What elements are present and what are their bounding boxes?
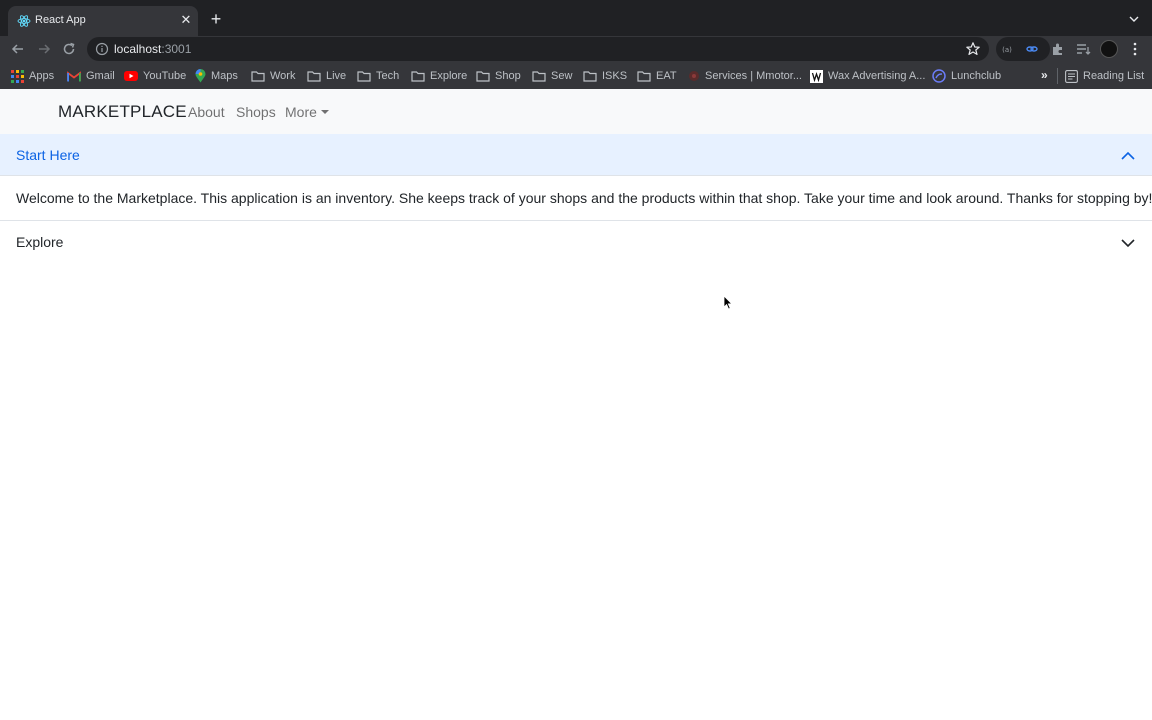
link-extension-icon[interactable] bbox=[1024, 41, 1040, 57]
extension-icon[interactable]: (a) bbox=[999, 41, 1015, 57]
accordion-body: Welcome to the Marketplace. This applica… bbox=[0, 176, 1152, 221]
close-tab-icon[interactable]: ✕ bbox=[179, 13, 193, 27]
reading-list-label: Reading List bbox=[1083, 70, 1145, 82]
bookmark-folder-sew[interactable]: Sew bbox=[532, 68, 572, 84]
nav-dropdown-more[interactable]: More bbox=[285, 104, 329, 120]
bookmark-label: EAT bbox=[656, 70, 677, 82]
bookmark-label: Services | Mmotor... bbox=[705, 70, 802, 82]
react-logo-icon bbox=[17, 15, 31, 27]
chevron-up-icon bbox=[1121, 151, 1135, 160]
bookmark-label: Gmail bbox=[86, 70, 115, 82]
bookmark-label: YouTube bbox=[143, 70, 187, 82]
app-navbar: MARKETPLACE About Shops More bbox=[0, 89, 1152, 134]
bookmark-services[interactable]: Services | Mmotor... bbox=[688, 68, 802, 84]
bookmark-youtube[interactable]: YouTube bbox=[124, 68, 186, 84]
bookmark-gmail[interactable]: Gmail bbox=[67, 68, 115, 84]
reading-list-icon bbox=[1065, 69, 1078, 83]
accordion-header-explore[interactable]: Explore bbox=[0, 221, 1152, 263]
folder-icon bbox=[307, 71, 321, 82]
page-content: MARKETPLACE About Shops More Start Here … bbox=[0, 89, 1152, 720]
bookmark-label: Wax Advertising A... bbox=[828, 70, 926, 82]
browser-tab-strip: React App ✕ + bbox=[0, 0, 1152, 36]
caret-down-icon bbox=[320, 110, 329, 114]
accordion-title: Explore bbox=[16, 234, 64, 250]
address-bar[interactable]: localhost:3001 bbox=[87, 37, 989, 61]
browser-menu-icon[interactable] bbox=[1130, 40, 1140, 58]
extensions-pill: (a) bbox=[996, 37, 1050, 61]
site-info-icon[interactable] bbox=[95, 42, 109, 56]
url-text[interactable]: localhost:3001 bbox=[114, 42, 191, 56]
folder-icon bbox=[532, 71, 546, 82]
browser-tab[interactable]: React App ✕ bbox=[8, 6, 198, 36]
profile-avatar[interactable] bbox=[1100, 40, 1118, 58]
bookmark-folder-work[interactable]: Work bbox=[251, 68, 295, 84]
bookmark-label: Explore bbox=[430, 70, 468, 82]
bookmark-folder-isks[interactable]: ISKS bbox=[583, 68, 627, 84]
tab-title: React App bbox=[35, 14, 86, 26]
bookmark-folder-eat[interactable]: EAT bbox=[637, 68, 677, 84]
reload-icon[interactable] bbox=[60, 40, 78, 58]
chevron-down-icon bbox=[1121, 239, 1135, 248]
bookmark-label: Work bbox=[270, 70, 296, 82]
bookmark-label: Shop bbox=[495, 70, 521, 82]
bookmark-label: Apps bbox=[29, 70, 55, 82]
navbar-brand[interactable]: MARKETPLACE bbox=[58, 102, 187, 122]
bookmarks-overflow-button[interactable]: » bbox=[1041, 68, 1048, 82]
folder-icon bbox=[637, 71, 651, 82]
bookmarks-divider bbox=[1057, 68, 1058, 84]
bookmark-wax-advertising[interactable]: Wax Advertising A... bbox=[810, 68, 925, 84]
accordion-header-start-here[interactable]: Start Here bbox=[0, 134, 1152, 176]
forward-arrow-icon[interactable] bbox=[35, 40, 53, 58]
wax-favicon-icon bbox=[810, 69, 823, 83]
reading-list-toolbar-icon[interactable] bbox=[1075, 41, 1091, 57]
bookmark-label: Sew bbox=[551, 70, 573, 82]
accordion-title: Start Here bbox=[16, 147, 80, 163]
folder-icon bbox=[357, 71, 371, 82]
tab-search-chevron-icon[interactable] bbox=[1127, 13, 1141, 25]
reading-list-button[interactable]: Reading List bbox=[1065, 68, 1144, 84]
folder-icon bbox=[251, 71, 265, 82]
maps-pin-icon bbox=[195, 69, 206, 83]
bookmark-apps[interactable]: Apps bbox=[11, 68, 54, 84]
puzzle-extensions-icon[interactable] bbox=[1050, 41, 1066, 57]
bookmark-folder-explore[interactable]: Explore bbox=[411, 68, 467, 84]
nav-link-about[interactable]: About bbox=[188, 104, 225, 120]
browser-toolbar: localhost:3001 (a) bbox=[0, 36, 1152, 62]
back-arrow-icon[interactable] bbox=[9, 40, 27, 58]
bookmarks-bar: Apps Gmail YouTube Maps Work Live Tech E… bbox=[0, 62, 1152, 89]
bookmark-label: Maps bbox=[211, 70, 238, 82]
bookmark-label: Live bbox=[326, 70, 347, 82]
new-tab-icon[interactable]: + bbox=[208, 10, 224, 28]
mouse-cursor-icon bbox=[723, 295, 733, 310]
bookmark-maps[interactable]: Maps bbox=[195, 68, 238, 84]
nav-link-shops[interactable]: Shops bbox=[236, 104, 276, 120]
site-favicon-icon bbox=[689, 71, 699, 81]
bookmark-label: Lunchclub bbox=[951, 70, 1002, 82]
lunchclub-icon bbox=[932, 69, 946, 83]
folder-icon bbox=[583, 71, 597, 82]
bookmark-folder-shop[interactable]: Shop bbox=[476, 68, 521, 84]
folder-icon bbox=[411, 71, 425, 82]
url-host: localhost bbox=[114, 42, 162, 56]
bookmark-label: Tech bbox=[376, 70, 400, 82]
bookmark-label: ISKS bbox=[602, 70, 628, 82]
gmail-icon bbox=[67, 70, 81, 81]
bookmark-folder-live[interactable]: Live bbox=[307, 68, 346, 84]
bookmark-lunchclub[interactable]: Lunchclub bbox=[932, 68, 1001, 84]
apps-grid-icon bbox=[11, 69, 24, 83]
folder-icon bbox=[476, 71, 490, 82]
url-port: :3001 bbox=[161, 42, 192, 56]
youtube-icon bbox=[124, 71, 138, 81]
nav-dropdown-more-label: More bbox=[285, 104, 317, 120]
bookmark-folder-tech[interactable]: Tech bbox=[357, 68, 399, 84]
welcome-text: Welcome to the Marketplace. This applica… bbox=[16, 190, 1152, 206]
bookmark-star-icon[interactable] bbox=[965, 41, 981, 57]
svg-text:(a): (a) bbox=[1002, 46, 1012, 54]
